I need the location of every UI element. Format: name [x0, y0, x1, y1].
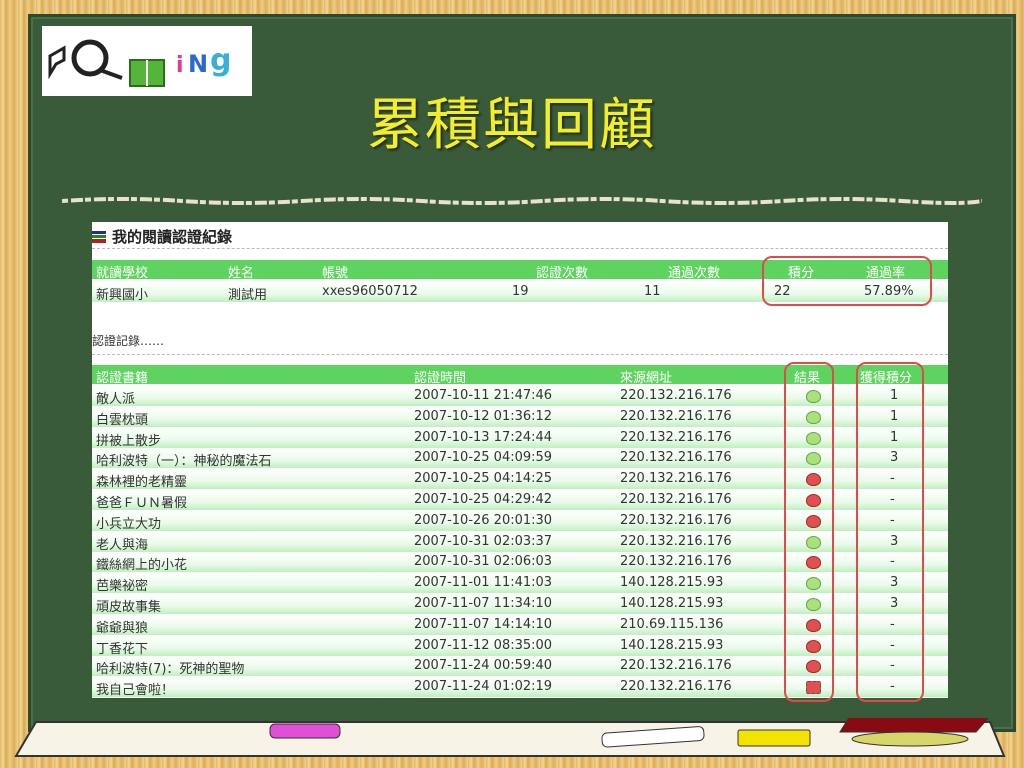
highlight-score-rate [762, 256, 932, 306]
record-time: 2007-10-26 20:01:30 [414, 512, 553, 528]
record-ip: 220.132.216.176 [620, 408, 732, 424]
record-book[interactable]: 哈利波特(7)：死神的聖物 [96, 658, 244, 677]
divider [92, 354, 948, 355]
record-ip: 220.132.216.176 [620, 533, 732, 549]
chalk-tray [14, 718, 1006, 757]
record-book[interactable]: 小兵立大功 [96, 513, 161, 532]
pink-chalk [269, 723, 341, 739]
highlight-result-column [784, 362, 834, 702]
record-ip: 140.128.215.93 [620, 637, 724, 653]
record-book[interactable]: 哈利波特（一）：神秘的魔法石 [96, 450, 272, 469]
record-ip: 220.132.216.176 [620, 492, 732, 507]
svg-text:g: g [210, 43, 231, 78]
chalk-divider [62, 197, 982, 205]
record-ip: 140.128.215.93 [620, 596, 724, 611]
record-book[interactable]: 我自己會啦！ [96, 679, 174, 698]
record-book[interactable]: 芭樂祕密 [96, 575, 148, 594]
record-book[interactable]: 爸爸ＦＵＮ暑假 [96, 492, 187, 511]
record-ip: 210.69.115.136 [620, 616, 724, 632]
list-icon [92, 231, 106, 243]
record-time: 2007-10-25 04:29:42 [414, 492, 553, 507]
record-time: 2007-11-01 11:41:03 [414, 575, 553, 591]
eraser-base [851, 731, 969, 747]
record-time: 2007-10-25 04:14:25 [414, 471, 553, 487]
svg-text:i: i [176, 53, 184, 78]
eraser [839, 718, 989, 733]
highlight-score-column [856, 362, 924, 702]
record-ip: 220.132.216.176 [620, 388, 732, 403]
record-time: 2007-10-31 02:03:37 [414, 533, 553, 549]
record-time: 2007-11-24 01:02:19 [414, 679, 553, 695]
divider [92, 248, 948, 249]
record-book[interactable]: 丁香花下 [96, 638, 148, 657]
record-time: 2007-10-11 21:47:46 [414, 388, 553, 403]
record-book[interactable]: 老人與海 [96, 534, 148, 553]
record-time: 2007-11-07 11:34:10 [414, 596, 553, 611]
record-book[interactable]: 爺爺與狼 [96, 617, 148, 636]
record-time: 2007-11-24 00:59:40 [414, 658, 553, 674]
record-book[interactable]: 森林裡的老精靈 [96, 471, 187, 490]
record-time: 2007-10-31 02:06:03 [414, 554, 553, 570]
record-ip: 140.128.215.93 [620, 575, 724, 591]
svg-text:N: N [188, 50, 208, 78]
record-ip: 220.132.216.176 [620, 450, 732, 466]
yellow-chalk [737, 729, 811, 747]
record-time: 2007-10-13 17:24:44 [414, 429, 553, 445]
record-ip: 220.132.216.176 [620, 512, 732, 528]
reading-record-panel: 我的閱讀認證紀錄 就讀學校 姓名 帳號 認證次數 通過次數 積分 通過率 新興國… [92, 222, 948, 702]
record-ip: 220.132.216.176 [620, 429, 732, 445]
panel-heading: 我的閱讀認證紀錄 [92, 226, 232, 247]
record-time: 2007-10-25 04:09:59 [414, 450, 553, 466]
record-book[interactable]: 鐵絲網上的小花 [96, 554, 187, 573]
slide-title: 累積與回顧 [367, 93, 657, 158]
record-time: 2007-11-12 08:35:00 [414, 637, 553, 653]
record-ip: 220.132.216.176 [620, 658, 732, 674]
record-ip: 220.132.216.176 [620, 679, 732, 695]
record-book[interactable]: 拼被上散步 [96, 430, 161, 449]
record-ip: 220.132.216.176 [620, 554, 732, 570]
record-time: 2007-10-12 01:36:12 [414, 408, 553, 424]
records-label: 認證記錄…… [92, 334, 165, 348]
record-ip: 220.132.216.176 [620, 471, 732, 487]
record-book[interactable]: 敵人派 [96, 388, 135, 407]
record-book[interactable]: 頑皮故事集 [96, 596, 161, 615]
record-time: 2007-11-07 14:14:10 [414, 616, 553, 632]
record-book[interactable]: 白雲枕頭 [96, 409, 148, 428]
